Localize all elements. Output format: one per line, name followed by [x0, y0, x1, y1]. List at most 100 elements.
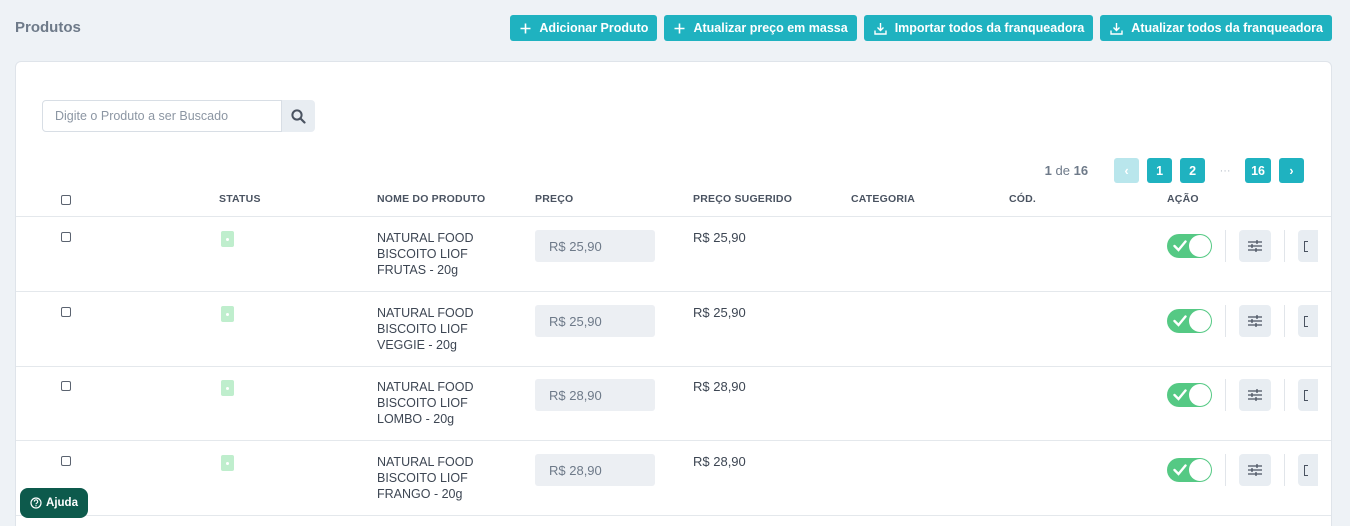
divider [1284, 379, 1285, 411]
check-icon [1173, 464, 1187, 476]
toolbar: Adicionar Produto Atualizar preço em mas… [510, 15, 1332, 41]
product-name: NATURAL FOOD BISCOITO LIOF LOMBO - 20g [377, 380, 474, 426]
suggested-price: R$ 25,90 [693, 305, 746, 320]
col-category: CATEGORIA [851, 193, 916, 205]
row-checkbox[interactable] [61, 232, 71, 242]
row-checkbox[interactable] [61, 307, 71, 317]
sliders-icon [1248, 315, 1262, 327]
bracket-icon [1304, 465, 1308, 476]
col-status: STATUS [219, 193, 261, 205]
active-toggle[interactable] [1167, 234, 1212, 258]
table-row: NATURAL FOOD BISCOITO LIOF FRUTAS - 20g R$… [16, 217, 1331, 292]
table-row: NATURAL FOOD BISCOITO LIOF VEGGIE - 20g R$… [16, 292, 1331, 367]
search-icon [291, 108, 306, 124]
check-icon [1173, 389, 1187, 401]
select-all-checkbox[interactable] [61, 195, 71, 205]
toggle-knob [1189, 235, 1211, 257]
more-actions-button[interactable] [1298, 379, 1318, 411]
search-button[interactable] [282, 100, 315, 132]
divider [1284, 305, 1285, 337]
active-toggle[interactable] [1167, 309, 1212, 333]
page-button-1[interactable]: 1 [1147, 158, 1173, 183]
add-product-label: Adicionar Produto [539, 21, 649, 35]
status-badge [221, 231, 234, 247]
divider [1225, 454, 1226, 486]
status-badge [221, 455, 234, 471]
settings-button[interactable] [1239, 305, 1271, 337]
bulk-price-update-label: Atualizar preço em massa [693, 21, 848, 35]
status-badge [221, 380, 234, 396]
divider [1284, 454, 1285, 486]
help-label: Ajuda [46, 497, 78, 509]
divider [1225, 230, 1226, 262]
settings-button[interactable] [1239, 379, 1271, 411]
product-name: NATURAL FOOD BISCOITO LIOF FRUTAS - 20g [377, 231, 474, 277]
price-field[interactable]: R$ 25,90 [535, 305, 655, 337]
row-checkbox[interactable] [61, 456, 71, 466]
suggested-price: R$ 28,90 [693, 454, 746, 469]
check-icon [1173, 240, 1187, 252]
page-title: Produtos [15, 19, 81, 36]
col-product-name: NOME DO PRODUTO [377, 193, 486, 205]
toggle-knob [1189, 310, 1211, 332]
search-input[interactable] [42, 100, 282, 132]
pagination-info: 1 de 16 [1044, 163, 1089, 178]
bulk-price-update-button[interactable]: Atualizar preço em massa [664, 15, 857, 41]
plus-icon [520, 23, 531, 33]
settings-button[interactable] [1239, 230, 1271, 262]
chevron-left-icon: ‹ [1124, 163, 1129, 178]
bracket-icon [1304, 316, 1308, 327]
bracket-icon [1304, 390, 1308, 401]
divider [1225, 305, 1226, 337]
divider [1284, 230, 1285, 262]
update-all-button[interactable]: Atualizar todos da franqueadora [1100, 15, 1332, 41]
import-all-label: Importar todos da franqueadora [894, 21, 1085, 35]
table-header: STATUS NOME DO PRODUTO PREÇO PREÇO SUGER… [16, 185, 1331, 217]
page-button-last[interactable]: 16 [1245, 158, 1271, 183]
price-field[interactable]: R$ 28,90 [535, 454, 655, 486]
price-field[interactable]: R$ 25,90 [535, 230, 655, 262]
next-page-button[interactable]: › [1279, 158, 1304, 183]
settings-button[interactable] [1239, 454, 1271, 486]
col-price: PREÇO [535, 193, 574, 205]
update-all-label: Atualizar todos da franqueadora [1131, 21, 1323, 35]
help-button[interactable]: Ajuda [20, 488, 88, 518]
download-icon [873, 22, 887, 35]
sliders-icon [1248, 389, 1262, 401]
bracket-icon [1304, 241, 1308, 252]
more-actions-button[interactable] [1298, 230, 1318, 262]
page-button-2[interactable]: 2 [1180, 158, 1206, 183]
product-name: NATURAL FOOD BISCOITO LIOF VEGGIE - 20g [377, 306, 474, 352]
toggle-knob [1189, 459, 1211, 481]
prev-page-button[interactable]: ‹ [1114, 158, 1140, 183]
sliders-icon [1248, 240, 1262, 252]
chevron-right-icon: › [1289, 163, 1294, 178]
plus-icon [674, 23, 685, 33]
col-action: AÇÃO [1167, 193, 1199, 205]
add-product-button[interactable]: Adicionar Produto [510, 15, 658, 41]
table-row: NATURAL FOOD BISCOITO LIOF LOMBO - 20g R$ … [16, 366, 1331, 441]
active-toggle[interactable] [1167, 458, 1212, 482]
table-row: NATURAL FOOD BISCOITO LIOF FRANGO - 20g R$… [16, 441, 1331, 516]
row-checkbox[interactable] [61, 381, 71, 391]
check-icon [1173, 315, 1187, 327]
help-circle-icon [30, 497, 42, 509]
more-actions-button[interactable] [1298, 305, 1318, 337]
products-card: 1 de 16 ‹ 1 2 ··· 16 › STATUS NOME DO PR… [15, 61, 1332, 526]
search-bar [42, 100, 315, 132]
sliders-icon [1248, 464, 1262, 476]
product-name: NATURAL FOOD BISCOITO LIOF FRANGO - 20g [377, 455, 474, 501]
col-suggested-price: PREÇO SUGERIDO [693, 193, 793, 205]
pagination: 1 de 16 ‹ 1 2 ··· 16 › [1045, 158, 1304, 183]
pagination-ellipsis: ··· [1219, 164, 1231, 177]
suggested-price: R$ 25,90 [693, 230, 746, 245]
download-icon [1110, 22, 1123, 35]
divider [1225, 379, 1226, 411]
price-field[interactable]: R$ 28,90 [535, 379, 655, 411]
more-actions-button[interactable] [1298, 454, 1318, 486]
status-badge [221, 306, 234, 322]
col-code: CÓD. [1009, 193, 1037, 205]
active-toggle[interactable] [1167, 383, 1212, 407]
import-all-button[interactable]: Importar todos da franqueadora [863, 15, 1094, 41]
suggested-price: R$ 28,90 [693, 379, 746, 394]
